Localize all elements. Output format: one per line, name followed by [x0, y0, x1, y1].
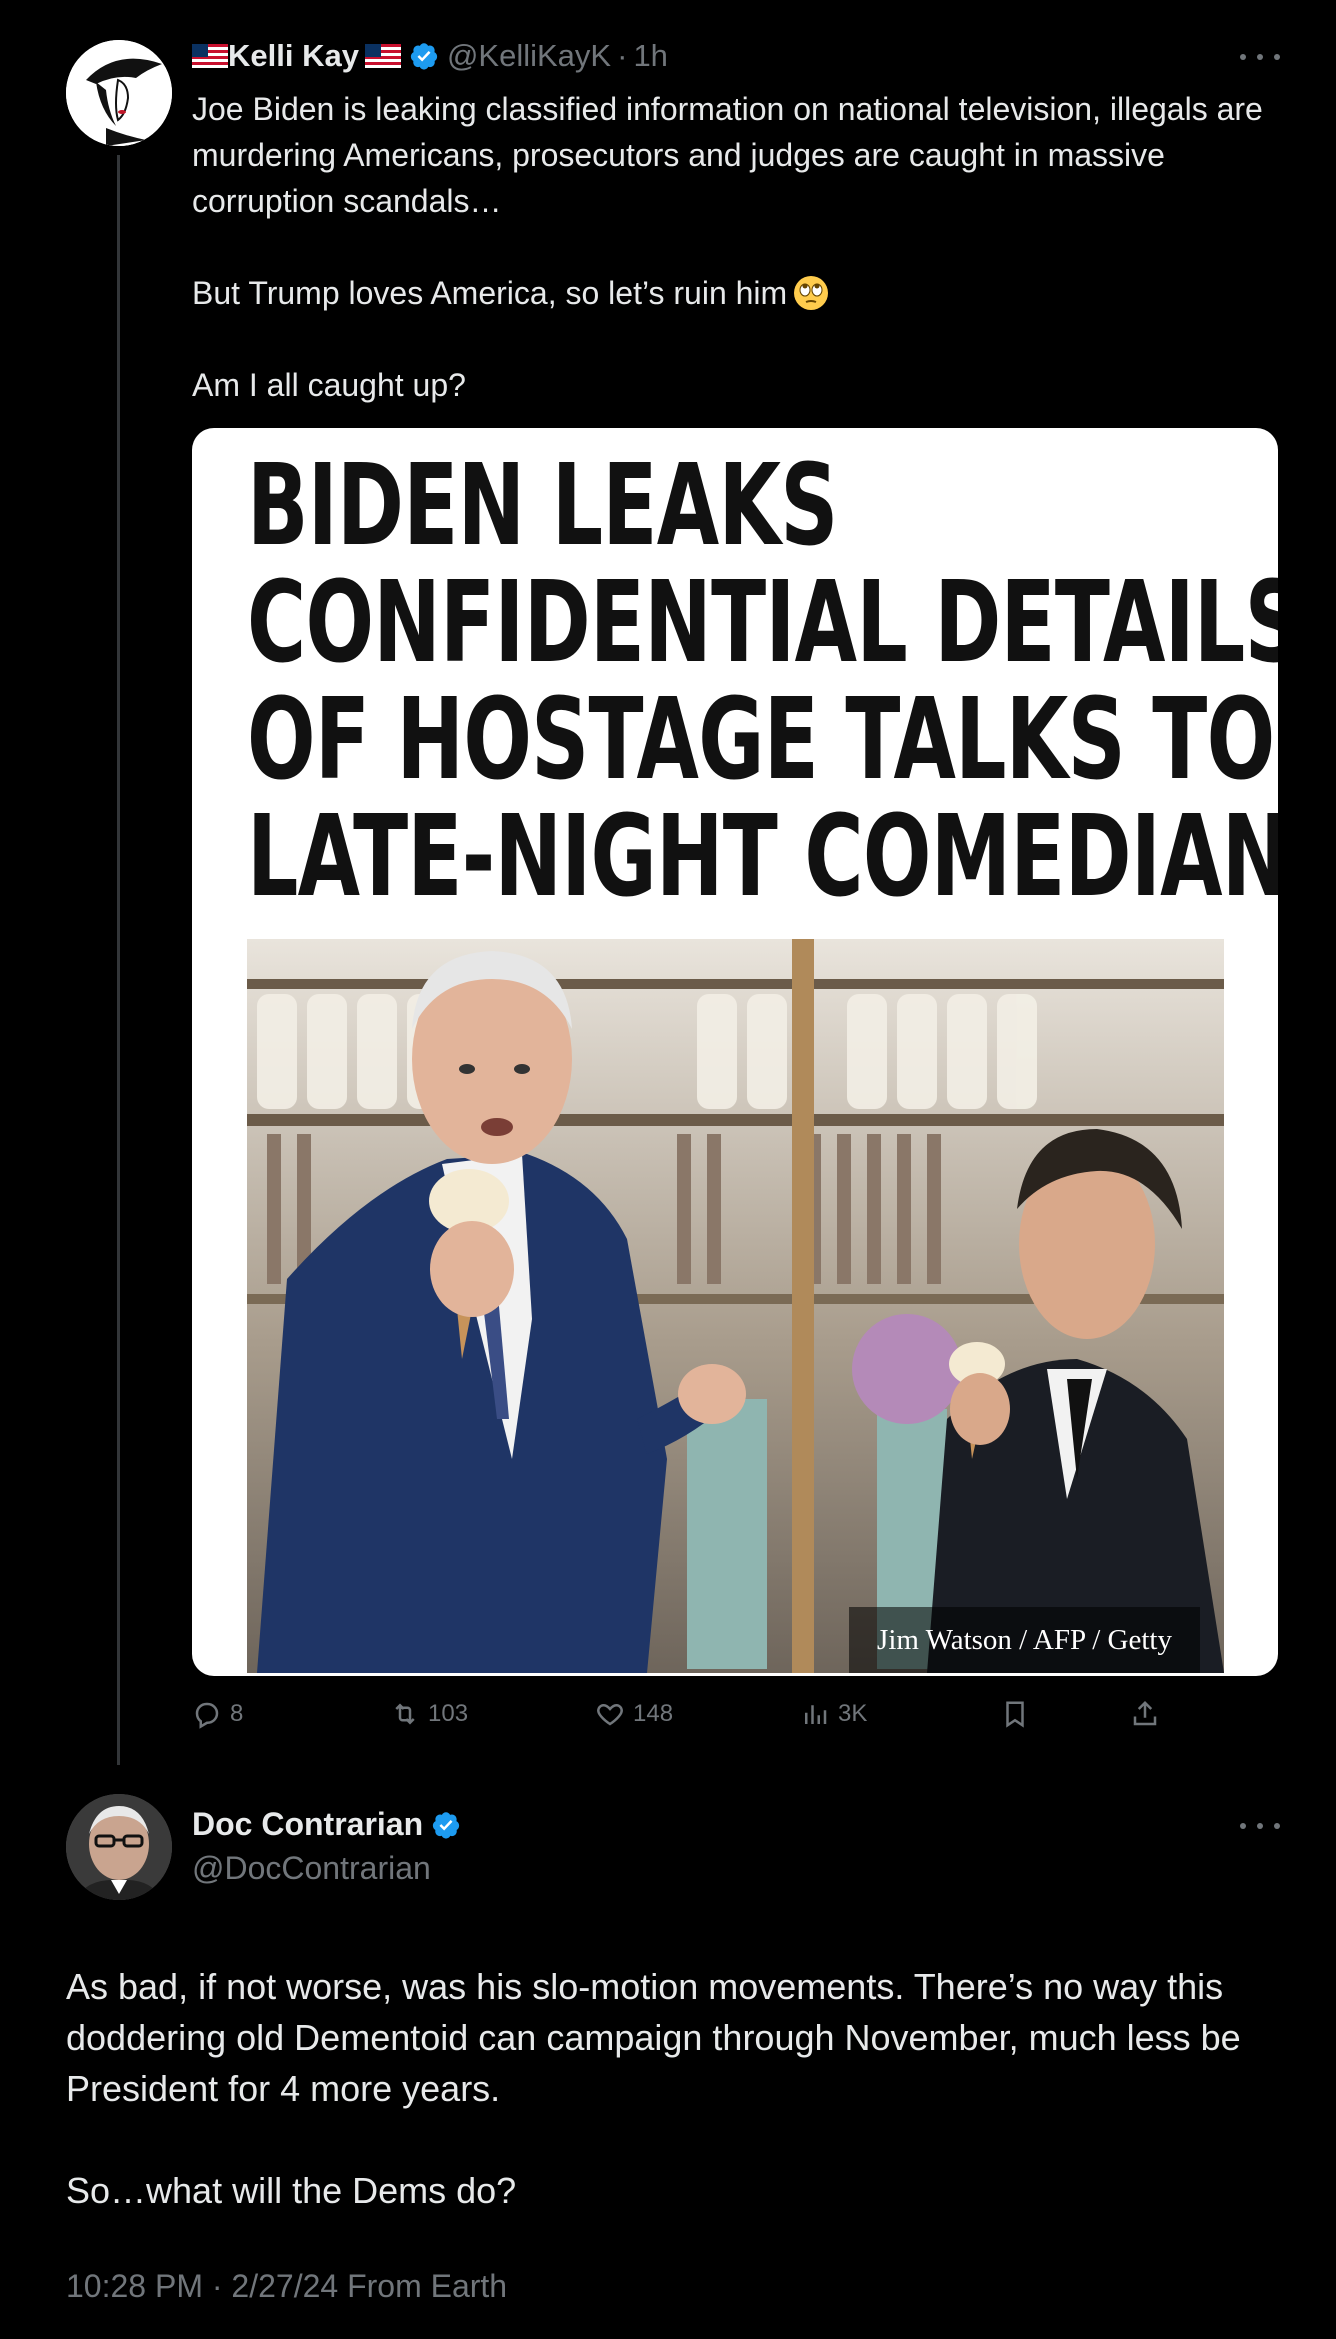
- share-button[interactable]: [1130, 1694, 1168, 1734]
- views-button[interactable]: 3K: [800, 1694, 867, 1734]
- media-headline: BIDEN LEAKS CONFIDENTIAL DETAILS OF HOST…: [247, 441, 1278, 922]
- repost-button[interactable]: 103: [390, 1694, 468, 1734]
- views-count: 3K: [838, 1700, 868, 1727]
- repost-count: 103: [428, 1700, 469, 1727]
- photo-credit: Jim Watson / AFP / Getty: [849, 1607, 1200, 1673]
- heart-icon: [597, 1703, 623, 1726]
- like-button[interactable]: 148: [595, 1694, 673, 1734]
- repost-icon: [395, 1703, 415, 1725]
- share-icon: [1133, 1700, 1157, 1726]
- separator-dot: ·: [617, 38, 628, 73]
- tweet1-header: Kelli Kay @KelliKayK · 1h: [192, 36, 668, 76]
- doc-contrarian-avatar[interactable]: [66, 1794, 172, 1900]
- tweet1-line: But Trump loves America, so let’s ruin h…: [192, 270, 1292, 316]
- reply-icon: [195, 1702, 219, 1729]
- tweet1-action-bar: 8 103 148 3K: [192, 1694, 1202, 1734]
- views-chart-icon: [805, 1705, 827, 1724]
- headline-line: BIDEN LEAKS: [247, 441, 838, 571]
- like-count: 148: [633, 1700, 674, 1727]
- headline-line: CONFIDENTIAL DETAILS: [247, 558, 1278, 688]
- reply-count: 8: [230, 1700, 244, 1727]
- thread-line: [117, 155, 120, 1765]
- tweet1-handle[interactable]: @KelliKayK: [447, 38, 611, 74]
- tweet2-author-name[interactable]: Doc Contrarian: [192, 1806, 423, 1843]
- tweet1-media-card[interactable]: BIDEN LEAKS CONFIDENTIAL DETAILS OF HOST…: [192, 428, 1278, 1676]
- tweet1-timestamp[interactable]: 1h: [633, 38, 667, 74]
- verified-badge-icon: [433, 1811, 460, 1838]
- media-photo: Jim Watson / AFP / Getty: [247, 939, 1224, 1673]
- kelli-kay-avatar[interactable]: [66, 40, 172, 146]
- bookmark-button[interactable]: [1000, 1694, 1038, 1734]
- tweet1-line: Joe Biden is leaking classified informat…: [192, 91, 1263, 219]
- rolling-eyes-emoji-icon: [794, 276, 829, 310]
- tweet2-text: As bad, if not worse, was his slo-motion…: [66, 1961, 1306, 2216]
- reply-button[interactable]: 8: [192, 1694, 243, 1734]
- tweet2-line: So…what will the Dems do?: [66, 2170, 517, 2211]
- ice-cream-shop-photo: [247, 939, 1224, 1673]
- us-flag-icon: [192, 44, 228, 68]
- tweet2-author: Doc Contrarian: [192, 1806, 469, 1843]
- headline-line: LATE-NIGHT COMEDIAN: [247, 792, 1278, 922]
- tweet1-text: Joe Biden is leaking classified informat…: [192, 86, 1292, 408]
- headline-line: OF HOSTAGE TALKS TO: [247, 675, 1275, 805]
- us-flag-icon: [364, 44, 401, 68]
- avatar-illustration: [66, 40, 172, 146]
- more-options-button[interactable]: [1240, 47, 1280, 67]
- tweet2-handle[interactable]: @DocContrarian: [192, 1850, 431, 1887]
- tweet1-author-name[interactable]: Kelli Kay: [228, 38, 359, 74]
- tweet2-line: As bad, if not worse, was his slo-motion…: [66, 1966, 1241, 2109]
- tweet1-line: Am I all caught up?: [192, 367, 466, 403]
- verified-badge-icon: [410, 43, 438, 70]
- more-options-button[interactable]: [1240, 1816, 1280, 1836]
- avatar-photo: [66, 1794, 172, 1900]
- bookmark-icon: [1006, 1701, 1024, 1728]
- tweet2-timestamp[interactable]: 10:28 PM · 2/27/24 From Earth: [66, 2268, 507, 2305]
